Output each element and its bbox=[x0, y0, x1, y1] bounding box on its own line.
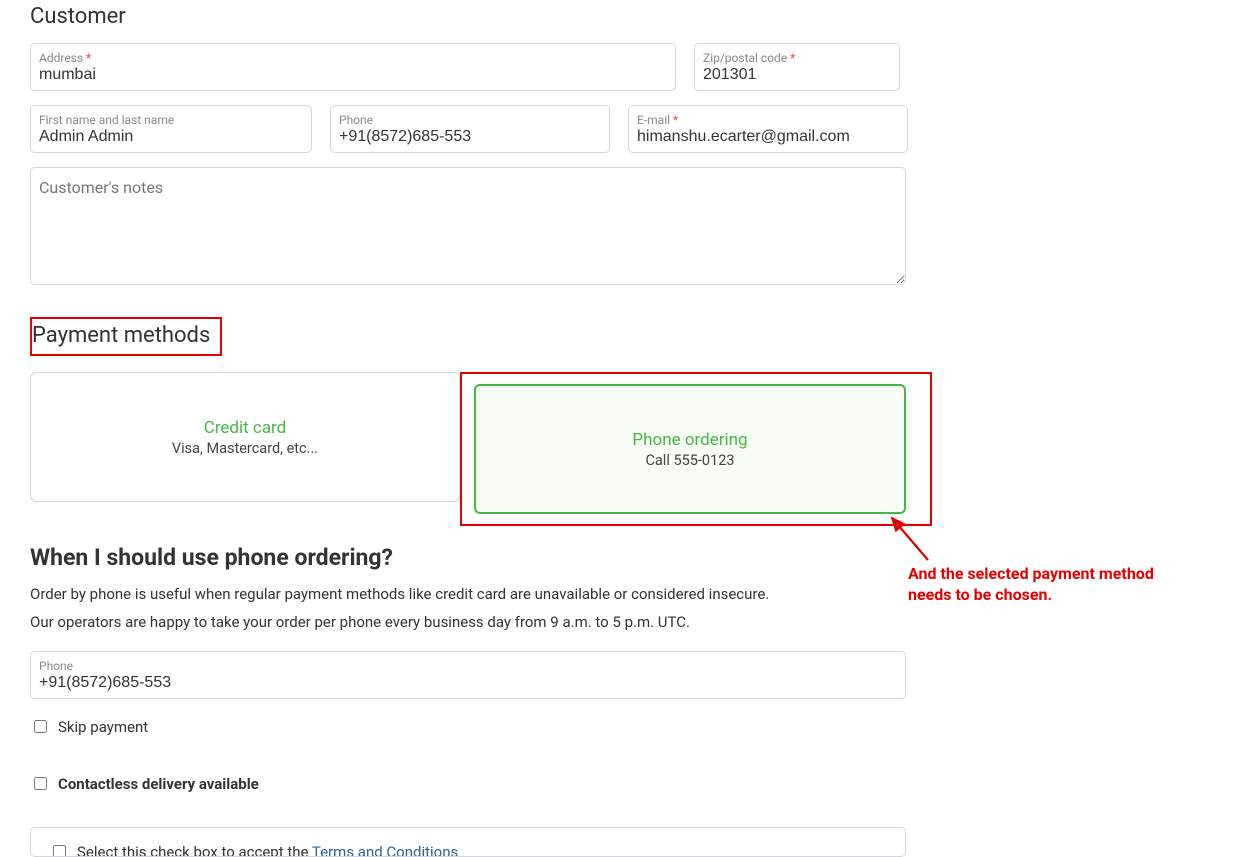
payment-method-name: Phone ordering bbox=[632, 430, 747, 450]
email-input[interactable] bbox=[637, 128, 899, 146]
payment-method-selected-highlight: Phone ordering Call 555-0123 bbox=[460, 372, 932, 526]
contactless-label: Contactless delivery available bbox=[58, 775, 259, 793]
name-input[interactable] bbox=[39, 128, 303, 146]
payment-method-credit-card[interactable]: Credit card Visa, Mastercard, etc... bbox=[30, 372, 460, 502]
terms-checkbox[interactable] bbox=[53, 845, 66, 857]
phone-label: Phone bbox=[339, 114, 601, 126]
notes-textarea[interactable] bbox=[39, 178, 897, 270]
payment-method-sub: Visa, Mastercard, etc... bbox=[172, 440, 318, 457]
payment-phone-field-wrap[interactable]: Phone bbox=[30, 651, 906, 699]
name-label: First name and last name bbox=[39, 114, 303, 126]
payment-phone-label: Phone bbox=[39, 660, 897, 672]
payment-method-phone-ordering[interactable]: Phone ordering Call 555-0123 bbox=[474, 384, 906, 514]
payment-phone-input[interactable] bbox=[39, 674, 897, 692]
terms-box: Select this check box to accept the Term… bbox=[30, 827, 906, 857]
address-label: Address * bbox=[39, 52, 667, 64]
payment-methods-title-highlight: Payment methods bbox=[30, 317, 222, 356]
phone-input[interactable] bbox=[339, 128, 601, 146]
payment-method-sub: Call 555-0123 bbox=[645, 452, 734, 469]
terms-text: Select this check box to accept the Term… bbox=[77, 843, 458, 857]
terms-row[interactable]: Select this check box to accept the Term… bbox=[49, 842, 887, 857]
phone-ordering-info-p2: Our operators are happy to take your ord… bbox=[30, 613, 1215, 631]
terms-link[interactable]: Terms and Conditions bbox=[312, 843, 458, 857]
address-input[interactable] bbox=[39, 66, 667, 84]
contactless-checkbox[interactable] bbox=[34, 777, 47, 790]
notes-field-wrap[interactable] bbox=[30, 167, 906, 285]
skip-payment-label: Skip payment bbox=[58, 718, 148, 736]
skip-payment-checkbox[interactable] bbox=[34, 720, 47, 733]
name-field-wrap[interactable]: First name and last name bbox=[30, 105, 312, 153]
email-label: E-mail * bbox=[637, 114, 899, 126]
phone-ordering-info-title: When I should use phone ordering? bbox=[30, 544, 1215, 571]
payment-method-name: Credit card bbox=[204, 418, 287, 438]
phone-ordering-info-p1: Order by phone is useful when regular pa… bbox=[30, 585, 1215, 603]
zip-field-wrap[interactable]: Zip/postal code * bbox=[694, 43, 900, 91]
zip-label: Zip/postal code * bbox=[703, 52, 891, 64]
phone-field-wrap[interactable]: Phone bbox=[330, 105, 610, 153]
payment-methods-title: Payment methods bbox=[32, 323, 210, 348]
email-field-wrap[interactable]: E-mail * bbox=[628, 105, 908, 153]
zip-input[interactable] bbox=[703, 66, 891, 84]
address-field-wrap[interactable]: Address * bbox=[30, 43, 676, 91]
customer-section-title: Customer bbox=[30, 4, 1215, 29]
contactless-row[interactable]: Contactless delivery available bbox=[30, 774, 1215, 793]
skip-payment-row[interactable]: Skip payment bbox=[30, 717, 1215, 736]
